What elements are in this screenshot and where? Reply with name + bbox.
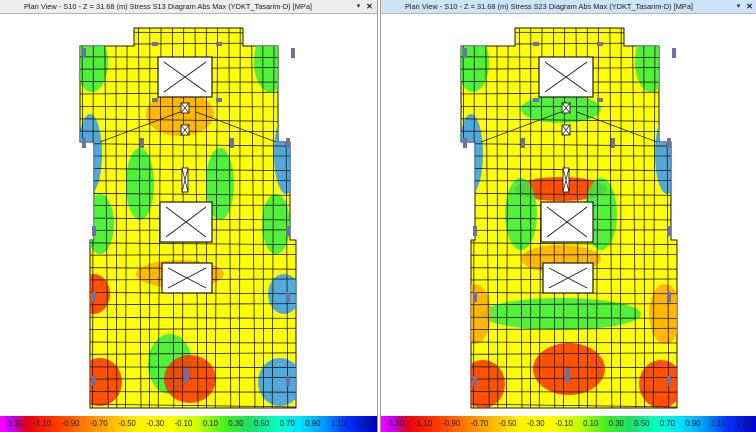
color-scale-label: -0.70 [89,419,108,428]
color-scale-label: 0.30 [608,419,624,428]
right-stress-contour-plot[interactable] [381,14,756,416]
column-support [291,48,295,58]
color-scale-label: -1.30 [386,419,404,428]
right-slab-outline [460,27,678,409]
column-support [667,226,671,236]
column-support [667,376,671,386]
color-scale-label: -0.30 [146,419,165,428]
color-scale-label: 0.70 [279,419,295,428]
column-support [533,42,539,46]
column-support [672,48,676,58]
color-scale-label: 0.10 [583,419,599,428]
column-support [286,376,290,386]
color-scale-label: 0.90 [685,419,701,428]
color-scale-label: 0.30 [228,419,244,428]
column-support [533,98,539,102]
stress-contour-region [258,358,296,406]
color-scale-label: -1.10 [414,419,433,428]
color-scale-label: -0.70 [470,419,489,428]
column-support [667,292,671,302]
column-support [230,138,234,148]
stress-contour-region [481,298,641,330]
stress-contour-region [461,32,489,92]
left-pane-titlebar[interactable]: Plan View - S10 - Z = 31.68 (m) Stress S… [0,0,377,14]
column-support [184,368,189,382]
left-color-scale-labels: -1.30 -1.10 -0.90 -0.70 -0.50 -0.30 -0.10 0.10 0… [0,416,377,432]
column-support [216,42,222,46]
stress-contour-region [164,355,216,403]
column-support [463,138,467,148]
stress-contour-region [635,32,667,92]
column-support [611,138,615,148]
stress-contour-region [80,358,122,406]
column-support [286,292,290,302]
left-color-scale: -1.30 -1.10 -0.90 -0.70 -0.50 -0.30 -0.10 0.10 0… [0,416,377,432]
right-plan-view-pane[interactable]: Plan View - S10 - Z = 31.68 (m) Stress S… [380,0,756,432]
color-scale-label: -0.50 [498,419,517,428]
color-scale-label: -0.50 [118,419,136,428]
column-support [140,138,144,148]
color-scale-label: -0.90 [61,419,80,428]
column-support [473,376,477,386]
color-scale-label: -1.10 [33,419,52,428]
color-scale-label: -1.30 [5,419,23,428]
column-support [463,48,467,58]
stress-contour-region [461,114,483,194]
stress-contour-region [80,32,108,92]
color-scale-label: 1.10 [710,419,727,428]
stress-contour-region [86,194,114,254]
column-support [92,292,96,302]
column-support [152,98,158,102]
left-slab-outline [79,27,297,409]
color-scale-label: -0.90 [442,419,461,428]
right-pane-dropdown-icon[interactable]: ▾ [733,0,744,13]
mesh-line [461,31,677,34]
column-support [92,376,96,386]
right-color-scale: -1.30 -1.10 -0.90 -0.70 -0.50 -0.30 -0.10 0.10 0… [381,416,756,432]
column-support [82,138,86,148]
column-support [216,98,222,102]
stress-contour-region [254,32,286,92]
column-support [473,292,477,302]
left-plan-view-pane[interactable]: Plan View - S10 - Z = 31.68 (m) Stress S… [0,0,378,432]
color-scale-label: 0.50 [634,419,650,428]
right-color-scale-labels: -1.30 -1.10 -0.90 -0.70 -0.50 -0.30 -0.10 0.10 0… [381,416,756,432]
left-pane-dropdown-icon[interactable]: ▾ [353,0,364,13]
column-support [473,226,477,236]
mesh-line [80,31,296,34]
color-scale-label: -0.10 [174,419,193,428]
stress-contour-region [262,194,290,254]
stress-contour-region [80,114,102,194]
column-support [565,368,570,382]
color-scale-label: -0.30 [526,419,545,428]
color-scale-label: 1.30 [736,419,752,428]
column-support [597,42,603,46]
column-support [92,226,96,236]
column-support [82,48,86,58]
column-support [286,138,290,148]
column-support [152,42,158,46]
color-scale-label: 0.50 [254,419,270,428]
column-support [286,226,290,236]
color-scale-label: 0.10 [202,419,218,428]
column-support [597,98,603,102]
column-support [521,138,525,148]
color-scale-label: 0.90 [305,419,321,428]
column-support [667,138,671,148]
color-scale-label: -0.10 [555,419,573,428]
right-pane-titlebar[interactable]: Plan View - S10 - Z = 31.68 (m) Stress S… [381,0,756,14]
right-pane-close-icon[interactable]: ✕ [744,0,755,13]
right-pane-title: Plan View - S10 - Z = 31.68 (m) Stress S… [405,2,693,11]
color-scale-label: 1.10 [330,419,347,428]
color-scale-label: 0.70 [659,419,675,428]
color-scale-label: 1.30 [356,419,372,428]
left-pane-title: Plan View - S10 - Z = 31.68 (m) Stress S… [24,2,312,11]
left-pane-close-icon[interactable]: ✕ [364,0,375,13]
left-stress-contour-plot[interactable] [0,14,377,416]
